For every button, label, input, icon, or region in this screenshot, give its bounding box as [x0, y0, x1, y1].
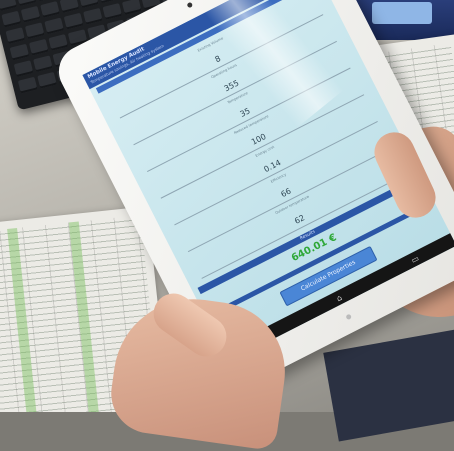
- keyboard-key: [37, 72, 57, 89]
- keyboard-key: [48, 34, 68, 51]
- keyboard-key: [98, 0, 118, 3]
- keyboard-key: [25, 22, 45, 39]
- keyboard-key: [33, 55, 53, 72]
- keyboard-key: [122, 0, 142, 15]
- keyboard-key: [60, 0, 80, 13]
- keyboard-key: [83, 8, 103, 25]
- keyboard-key: [40, 1, 60, 18]
- keyboard-key: [0, 0, 17, 11]
- keyboard-key: [5, 27, 25, 44]
- keyboard-key: [29, 39, 49, 56]
- keyboard-key: [10, 44, 30, 61]
- keyboard-key: [1, 11, 21, 28]
- recent-apps-icon[interactable]: ▭: [409, 253, 420, 264]
- keyboard-key: [17, 0, 37, 6]
- keyboard-key: [21, 6, 41, 23]
- sensor-icon: [345, 314, 352, 321]
- keyboard-key: [44, 18, 64, 35]
- keyboard-key: [64, 13, 84, 30]
- camera-icon: [186, 2, 193, 9]
- keyboard-key: [18, 77, 38, 94]
- home-icon[interactable]: ⌂: [335, 293, 344, 303]
- keyboard-key: [79, 0, 99, 8]
- keyboard-key: [103, 3, 123, 20]
- keyboard-key: [14, 60, 34, 77]
